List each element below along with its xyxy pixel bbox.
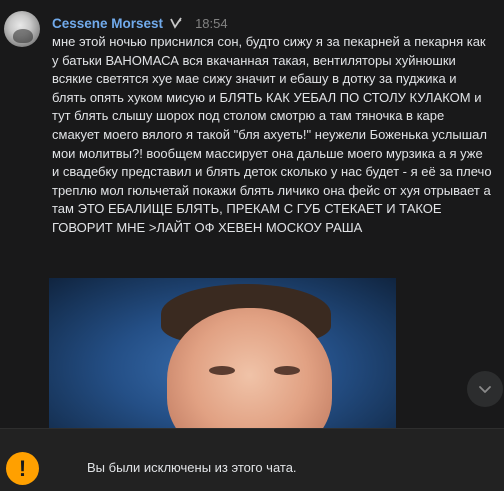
avatar[interactable]: [4, 11, 40, 47]
excluded-notice: Вы были исключены из этого чата.: [87, 460, 297, 475]
chevron-down-icon: [479, 386, 491, 393]
chat-footer: ! Вы были исключены из этого чата.: [0, 428, 504, 491]
scroll-down-button[interactable]: [467, 371, 503, 407]
message-text: мне этой ночью приснился сон, будто сижу…: [52, 34, 492, 235]
photo-eye-right: [274, 366, 300, 375]
message-time: 18:54: [195, 15, 228, 31]
chat-message: Cessene Morsest 18:54 мне этой ночью при…: [0, 0, 504, 428]
photo-eye-left: [209, 366, 235, 375]
author-name[interactable]: Cessene Morsest: [52, 16, 163, 31]
verified-badge-icon: [170, 17, 182, 29]
exclamation-icon: !: [6, 452, 39, 485]
message-header: Cessene Morsest 18:54: [52, 14, 228, 32]
message-photo[interactable]: [49, 278, 396, 428]
